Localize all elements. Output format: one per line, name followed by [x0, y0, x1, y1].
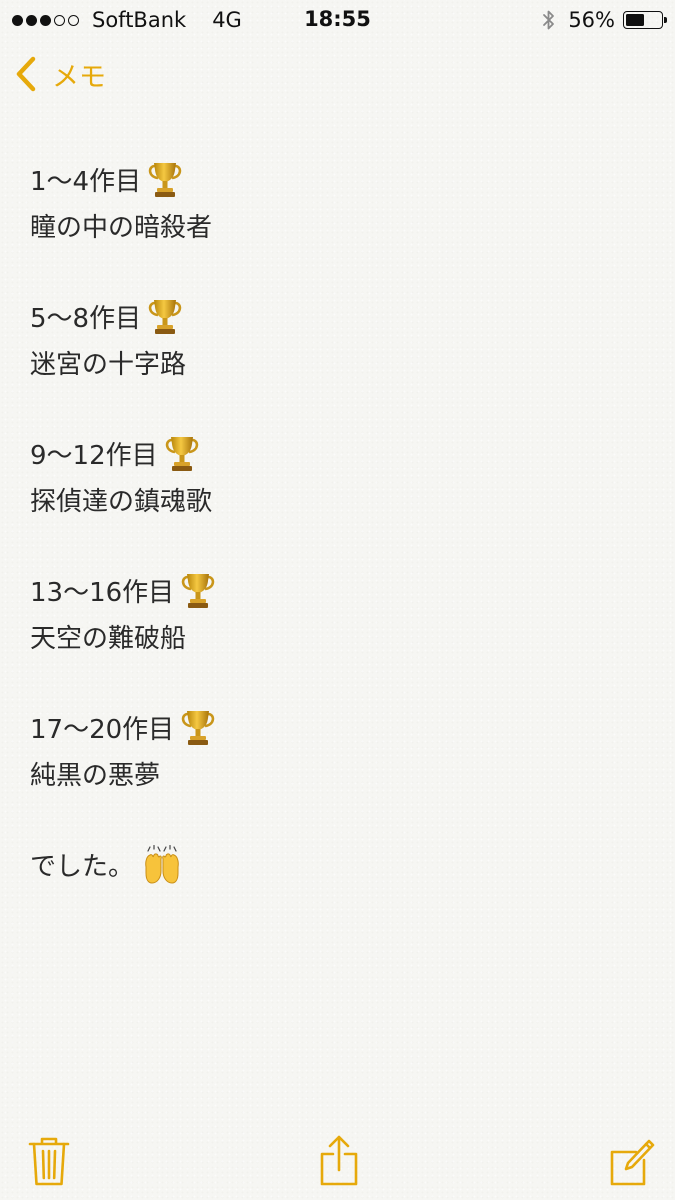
bluetooth-icon — [543, 10, 555, 30]
trophy-icon — [181, 710, 215, 745]
note-line-text: 13〜16作目 — [30, 578, 175, 608]
raised-hands-icon — [145, 844, 179, 884]
note-line: 17〜20作目 — [30, 708, 650, 754]
share-note-button[interactable] — [314, 1134, 364, 1188]
back-button-label: メモ — [52, 61, 106, 93]
status-bar-right: 56% — [542, 7, 667, 33]
note-line: 天空の難破船 — [30, 617, 650, 663]
share-icon — [320, 1135, 358, 1186]
note-line-text: 迷宮の十字路 — [30, 349, 187, 380]
note-line: 迷宮の十字路 — [30, 343, 650, 389]
note-line-text: 5〜8作目 — [30, 304, 142, 334]
trash-icon — [28, 1137, 70, 1186]
note-line: 9〜12作目 — [30, 434, 650, 480]
trophy-icon — [181, 573, 215, 608]
compose-icon — [610, 1139, 655, 1186]
delete-note-button[interactable] — [24, 1134, 74, 1188]
battery-level-fill — [626, 14, 644, 26]
compose-note-button[interactable] — [606, 1134, 656, 1188]
note-line-text: 瞳の中の暗殺者 — [30, 212, 213, 243]
back-to-notes-button[interactable]: メモ — [14, 52, 106, 96]
note-line-text: 天空の難破船 — [30, 623, 187, 654]
note-line: 探偵達の鎮魂歌 — [30, 480, 650, 526]
trophy-icon — [165, 436, 198, 471]
note-line: 5〜8作目 — [30, 297, 650, 343]
note-line-text: 探偵達の鎮魂歌 — [30, 486, 213, 517]
battery-cap — [664, 17, 667, 23]
status-bar: SoftBank 4G 18:55 56% — [0, 0, 675, 40]
note-line: 1〜4作目 — [30, 160, 650, 206]
battery-icon — [623, 11, 667, 29]
trophy-icon — [148, 162, 182, 197]
battery-percent: 56% — [568, 8, 615, 32]
note-line-text: でした。 — [30, 852, 135, 882]
note-line-text: 1〜4作目 — [30, 167, 142, 197]
note-line-text: 純黒の悪夢 — [30, 760, 161, 791]
note-line: 13〜16作目 — [30, 571, 650, 617]
note-line-text: 9〜12作目 — [30, 441, 158, 471]
note-line: でした。 — [30, 844, 650, 891]
note-line: 純黒の悪夢 — [30, 754, 650, 800]
note-line: 瞳の中の暗殺者 — [30, 206, 650, 252]
note-line-text: 17〜20作目 — [30, 715, 175, 745]
chevron-left-icon — [16, 56, 36, 92]
bottom-toolbar — [0, 1130, 675, 1190]
trophy-icon — [148, 299, 182, 334]
note-body[interactable]: 1〜4作目瞳の中の暗殺者 5〜8作目迷宮の十字路 9〜12作目探偵達の鎮魂歌 13〜1… — [30, 160, 650, 891]
